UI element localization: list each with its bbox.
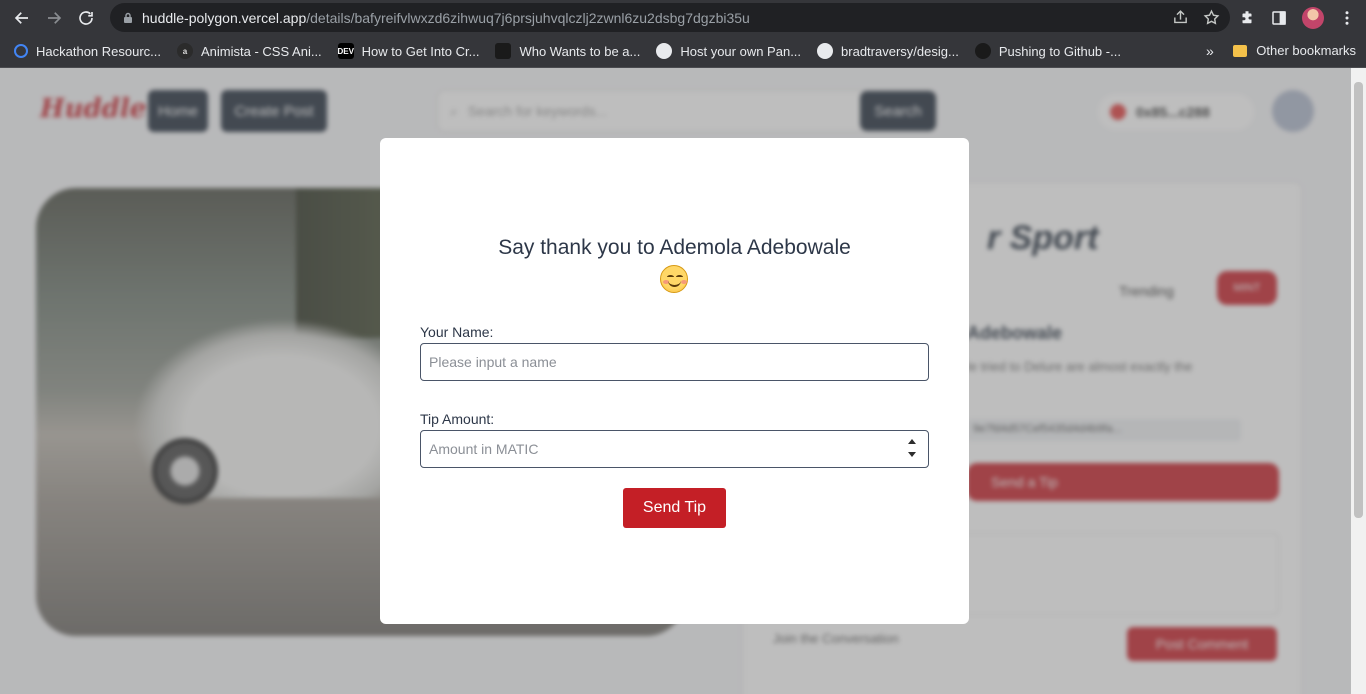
- modal-title: Say thank you to Ademola Adebowale: [498, 236, 851, 259]
- bookmark-item[interactable]: bradtraversy/desig...: [817, 43, 959, 59]
- tip-modal: Say thank you to Ademola Adebowale Your …: [380, 138, 969, 624]
- other-bookmarks[interactable]: Other bookmarks: [1233, 43, 1356, 58]
- name-label: Your Name:: [420, 324, 494, 340]
- bookmark-label: Pushing to Github -...: [998, 43, 1121, 59]
- url-host: huddle-polygon.vercel.app: [142, 9, 307, 26]
- back-icon[interactable]: [6, 0, 38, 35]
- github-icon: [817, 43, 834, 59]
- folder-icon: [1233, 44, 1248, 57]
- decrement-icon[interactable]: [908, 452, 916, 457]
- browser-toolbar: huddle-polygon.vercel.app /details/bafyr…: [0, 0, 1366, 35]
- extensions-icon[interactable]: [1238, 9, 1256, 27]
- increment-icon[interactable]: [908, 439, 916, 444]
- animista-icon: a: [177, 43, 194, 59]
- tip-amount-label: Tip Amount:: [420, 411, 495, 427]
- scrollbar[interactable]: [1351, 68, 1366, 694]
- side-panel-icon[interactable]: [1270, 9, 1288, 27]
- tip-amount-input[interactable]: [420, 430, 929, 468]
- profile-avatar[interactable]: [1302, 6, 1324, 29]
- bookmark-item[interactable]: Hackathon Resourc...: [14, 44, 161, 59]
- bookmarks-bar: Hackathon Resourc... a Animista - CSS An…: [0, 35, 1366, 68]
- share-icon[interactable]: [1172, 9, 1189, 26]
- site-icon: [974, 43, 991, 59]
- star-icon[interactable]: [1203, 9, 1220, 26]
- other-bookmarks-label: Other bookmarks: [1256, 43, 1356, 58]
- dev-icon: DEV: [337, 43, 354, 59]
- bookmark-label: Hackathon Resourc...: [36, 43, 162, 59]
- menu-icon[interactable]: [1338, 9, 1356, 27]
- bookmark-label: Who Wants to be a...: [519, 43, 641, 59]
- bookmark-label: Host your own Pan...: [680, 43, 802, 59]
- bookmark-label: Animista - CSS Ani...: [201, 43, 322, 59]
- lock-icon: [124, 12, 132, 23]
- name-input[interactable]: [420, 343, 929, 381]
- more-bookmarks-icon[interactable]: »: [1206, 43, 1214, 59]
- url-path: /details/bafyreifvlwxzd6zihwuq7j6prsjuhv…: [306, 9, 750, 26]
- scroll-thumb[interactable]: [1354, 82, 1363, 518]
- address-bar[interactable]: huddle-polygon.vercel.app /details/bafyr…: [110, 3, 1230, 32]
- bookmark-item[interactable]: Host your own Pan...: [656, 43, 801, 59]
- number-stepper[interactable]: [906, 439, 918, 457]
- smiling-face-icon: [660, 265, 688, 293]
- bookmark-item[interactable]: a Animista - CSS Ani...: [177, 43, 322, 59]
- globe-icon: [14, 44, 28, 58]
- send-tip-button[interactable]: Send Tip: [623, 488, 726, 528]
- bookmark-item[interactable]: Who Wants to be a...: [495, 43, 640, 59]
- forward-icon[interactable]: [38, 0, 70, 35]
- page-viewport: Huddle Home Create Post ⌕ Search for key…: [0, 68, 1366, 694]
- site-icon: [495, 43, 512, 59]
- bookmark-item[interactable]: DEV How to Get Into Cr...: [337, 43, 480, 59]
- bookmark-item[interactable]: Pushing to Github -...: [974, 43, 1121, 59]
- bookmark-label: How to Get Into Cr...: [361, 43, 480, 59]
- globe-icon: [656, 43, 673, 59]
- reload-icon[interactable]: [70, 0, 102, 35]
- bookmark-label: bradtraversy/desig...: [841, 43, 959, 59]
